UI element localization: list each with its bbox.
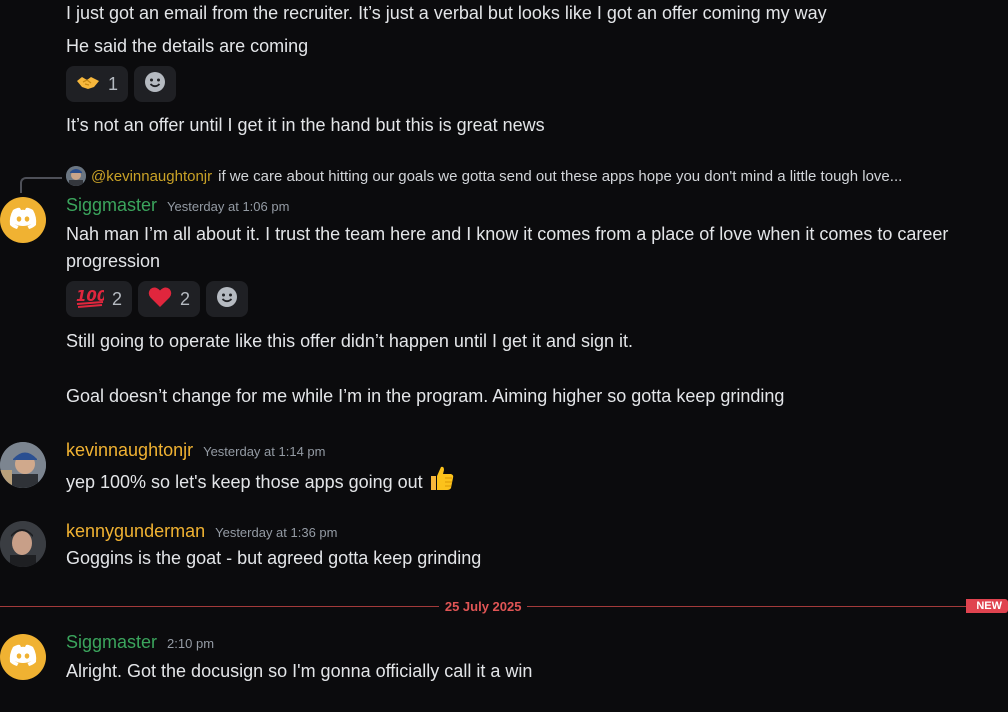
- reaction-count: 1: [108, 73, 119, 94]
- message-text: It’s not an offer until I get it in the …: [66, 115, 545, 135]
- reaction-bar: 1: [66, 66, 177, 102]
- reaction-count: 2: [180, 288, 191, 309]
- avatar: [66, 166, 86, 186]
- timestamp: 2:10 pm: [167, 636, 215, 651]
- smiley-icon: [144, 71, 166, 98]
- date-label: 25 July 2025: [444, 598, 522, 614]
- timestamp: Yesterday at 1:36 pm: [215, 525, 338, 540]
- username[interactable]: Siggmaster: [66, 195, 157, 216]
- reaction-count: 2: [112, 288, 123, 309]
- message-header: Siggmaster Yesterday at 1:06 pm: [66, 195, 289, 216]
- username[interactable]: kevinnaughtonjr: [66, 440, 193, 461]
- message-text: Alright. Got the docusign so I'm gonna o…: [66, 661, 533, 681]
- message-header: kevinnaughtonjr Yesterday at 1:14 pm: [66, 440, 325, 461]
- smiley-icon: [216, 286, 238, 313]
- thumbs-up-icon: [427, 464, 455, 500]
- reaction-handshake[interactable]: 1: [66, 66, 129, 102]
- reaction-100[interactable]: 100 2: [66, 281, 133, 317]
- discord-logo-icon: [8, 643, 38, 672]
- avatar[interactable]: [0, 197, 46, 243]
- username[interactable]: kennygunderman: [66, 521, 205, 542]
- reply-spine: [20, 177, 62, 193]
- avatar[interactable]: [0, 521, 46, 567]
- message-content: yep 100% so let's keep those apps going …: [66, 464, 455, 500]
- message-header: kennygunderman Yesterday at 1:36 pm: [66, 521, 338, 542]
- message-text: Goal doesn’t change for me while I’m in …: [66, 386, 785, 406]
- heart-icon: [148, 286, 172, 313]
- reply-preview: if we care about hitting our goals we go…: [218, 167, 903, 185]
- handshake-icon: [76, 72, 100, 97]
- new-badge: NEW: [966, 599, 1008, 613]
- reaction-heart[interactable]: 2: [138, 281, 201, 317]
- new-messages-divider: 25 July 2025 NEW: [0, 596, 1008, 616]
- discord-logo-icon: [8, 206, 38, 235]
- message-text: He said the details are coming: [66, 36, 309, 56]
- reply-reference[interactable]: @kevinnaughtonjr if we care about hittin…: [66, 166, 902, 186]
- message-text: yep 100% so let's keep those apps going …: [66, 471, 423, 492]
- add-reaction-button[interactable]: [134, 66, 177, 102]
- divider-line: [527, 605, 967, 607]
- timestamp: Yesterday at 1:06 pm: [167, 199, 290, 214]
- message-text: I just got an email from the recruiter. …: [66, 3, 827, 23]
- message-header: Siggmaster 2:10 pm: [66, 632, 214, 653]
- divider-line: [0, 605, 439, 607]
- message-text: Still going to operate like this offer d…: [66, 331, 634, 351]
- hundred-points-icon: 100: [76, 286, 107, 313]
- reaction-bar: 100 2 2: [66, 281, 249, 317]
- message-text: Goggins is the goat - but agreed gotta k…: [66, 548, 482, 568]
- add-reaction-button[interactable]: [206, 281, 249, 317]
- timestamp: Yesterday at 1:14 pm: [203, 444, 326, 459]
- message-text: Nah man I’m all about it. I trust the te…: [66, 224, 949, 271]
- avatar[interactable]: [0, 634, 46, 680]
- reply-mention[interactable]: @kevinnaughtonjr: [91, 168, 212, 185]
- avatar[interactable]: [0, 442, 46, 488]
- username[interactable]: Siggmaster: [66, 632, 157, 653]
